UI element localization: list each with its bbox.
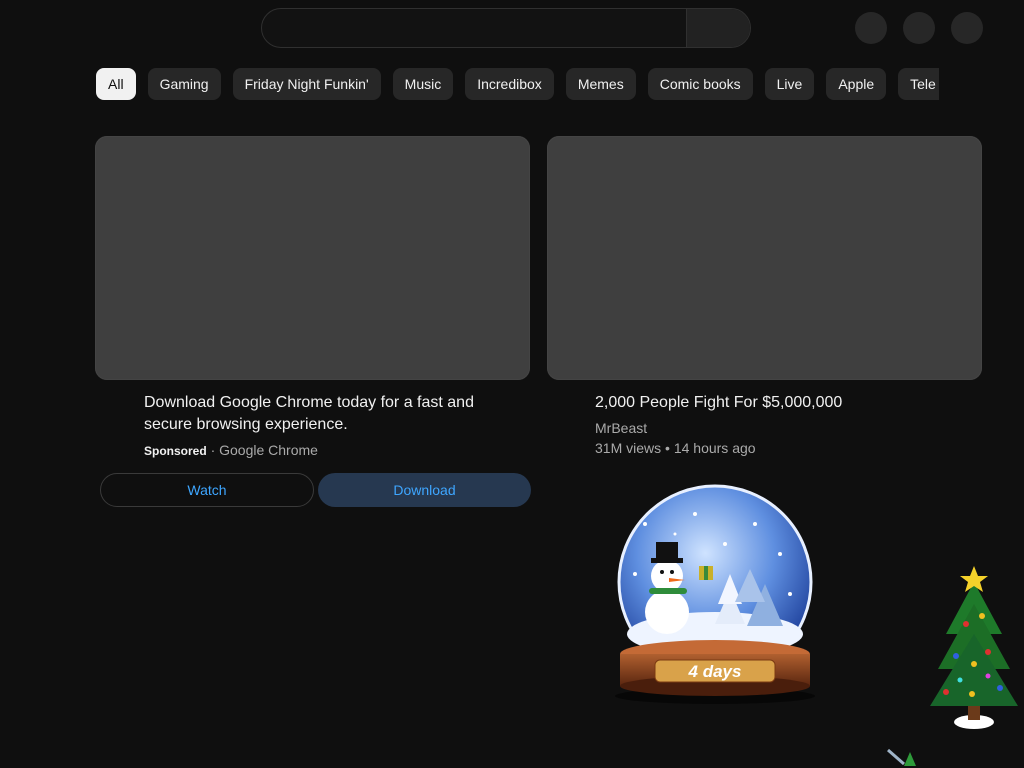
search-box [261, 8, 751, 48]
chip-bar: All Gaming Friday Night Funkin' Music Incred… [96, 68, 939, 100]
chip-comic-books[interactable]: Comic books [647, 68, 753, 100]
watch-button[interactable]: Watch [100, 473, 314, 507]
chip-tele[interactable]: Tele [898, 68, 939, 100]
video-views: 31M views [595, 440, 662, 456]
video-thumbnail[interactable] [547, 136, 982, 380]
ad-thumbnail[interactable] [95, 136, 530, 380]
chip-live[interactable]: Live [764, 68, 815, 100]
ad-separator: · [210, 442, 216, 458]
download-button[interactable]: Download [318, 473, 531, 507]
chip-friday-night-funkin[interactable]: Friday Night Funkin' [232, 68, 381, 100]
video-title[interactable]: 2,000 People Fight For $5,000,000 [595, 392, 965, 414]
ad-title[interactable]: Download Google Chrome today for a fast … [144, 392, 514, 436]
search-input[interactable] [262, 9, 686, 47]
chip-all[interactable]: All [96, 68, 136, 100]
search-button[interactable] [686, 9, 750, 47]
video-channel[interactable]: MrBeast [595, 419, 647, 437]
video-age: 14 hours ago [673, 440, 756, 456]
countdown-label: 4 days [688, 662, 742, 681]
chip-memes[interactable]: Memes [565, 68, 636, 100]
video-stats: 31M views • 14 hours ago [595, 439, 756, 457]
chip-music[interactable]: Music [392, 68, 454, 100]
sponsored-label: Sponsored [144, 444, 207, 458]
avatar[interactable] [951, 12, 983, 44]
header-button-1[interactable] [855, 12, 887, 44]
youtube-home: All Gaming Friday Night Funkin' Music Incred… [0, 0, 1024, 768]
ad-advertiser[interactable]: Google Chrome [219, 442, 318, 458]
chip-gaming[interactable]: Gaming [147, 68, 221, 100]
video-stats-separator: • [665, 440, 670, 456]
small-tree-icon [887, 748, 916, 766]
christmas-tree [930, 566, 1018, 729]
ad-meta: Sponsored · Google Chrome [144, 441, 318, 460]
header-button-2[interactable] [903, 12, 935, 44]
snow-globe: 4 days [615, 484, 815, 704]
chip-apple[interactable]: Apple [826, 68, 887, 100]
chip-incredibox[interactable]: Incredibox [465, 68, 554, 100]
